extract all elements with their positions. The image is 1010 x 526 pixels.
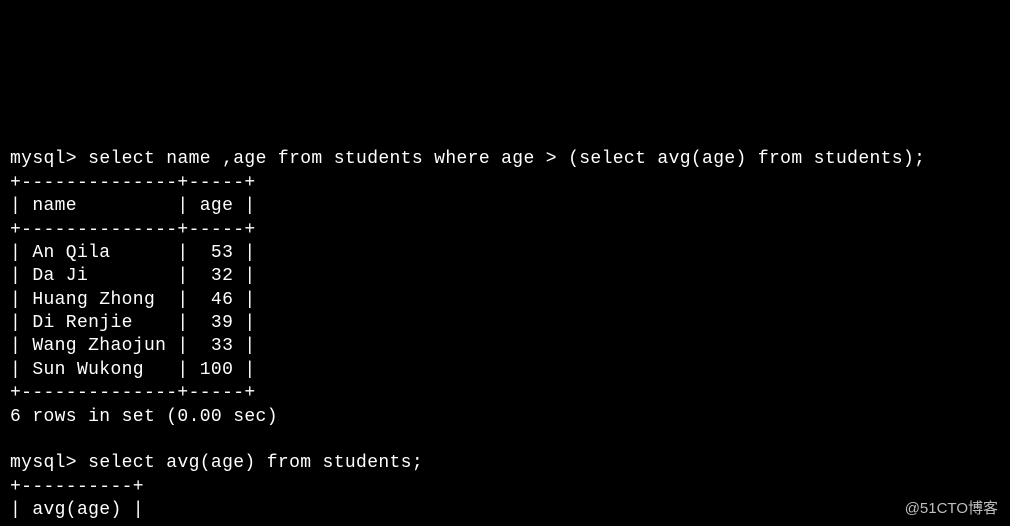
table-row: | Da Ji | 32 | (10, 266, 256, 286)
query1-border-bottom: +--------------+-----+ (10, 383, 256, 403)
query1-header: | name | age | (10, 196, 256, 216)
terminal-output: mysql> select name ,age from students wh… (0, 117, 1010, 526)
watermark: @51CTO博客 (905, 499, 998, 519)
table-row: | Huang Zhong | 46 | (10, 290, 256, 310)
query1-command: select name ,age from students where age… (88, 149, 925, 169)
table-row: | Di Renjie | 39 | (10, 313, 256, 333)
query1-status: 6 rows in set (0.00 sec) (10, 407, 278, 427)
query2-border-top: +----------+ (10, 477, 144, 497)
mysql-prompt: mysql> select avg(age) from students; (10, 453, 423, 473)
table-row: | An Qila | 53 | (10, 243, 256, 263)
query2-header: | avg(age) | (10, 500, 144, 520)
mysql-prompt: mysql> select name ,age from students wh… (10, 149, 925, 169)
table-row: | Wang Zhaojun | 33 | (10, 336, 256, 356)
query2-command: select avg(age) from students; (88, 453, 423, 473)
query1-border-top: +--------------+-----+ (10, 173, 256, 193)
query2-border-mid: +----------+ (10, 524, 144, 526)
query1-border-mid: +--------------+-----+ (10, 220, 256, 240)
table-row: | Sun Wukong | 100 | (10, 360, 256, 380)
